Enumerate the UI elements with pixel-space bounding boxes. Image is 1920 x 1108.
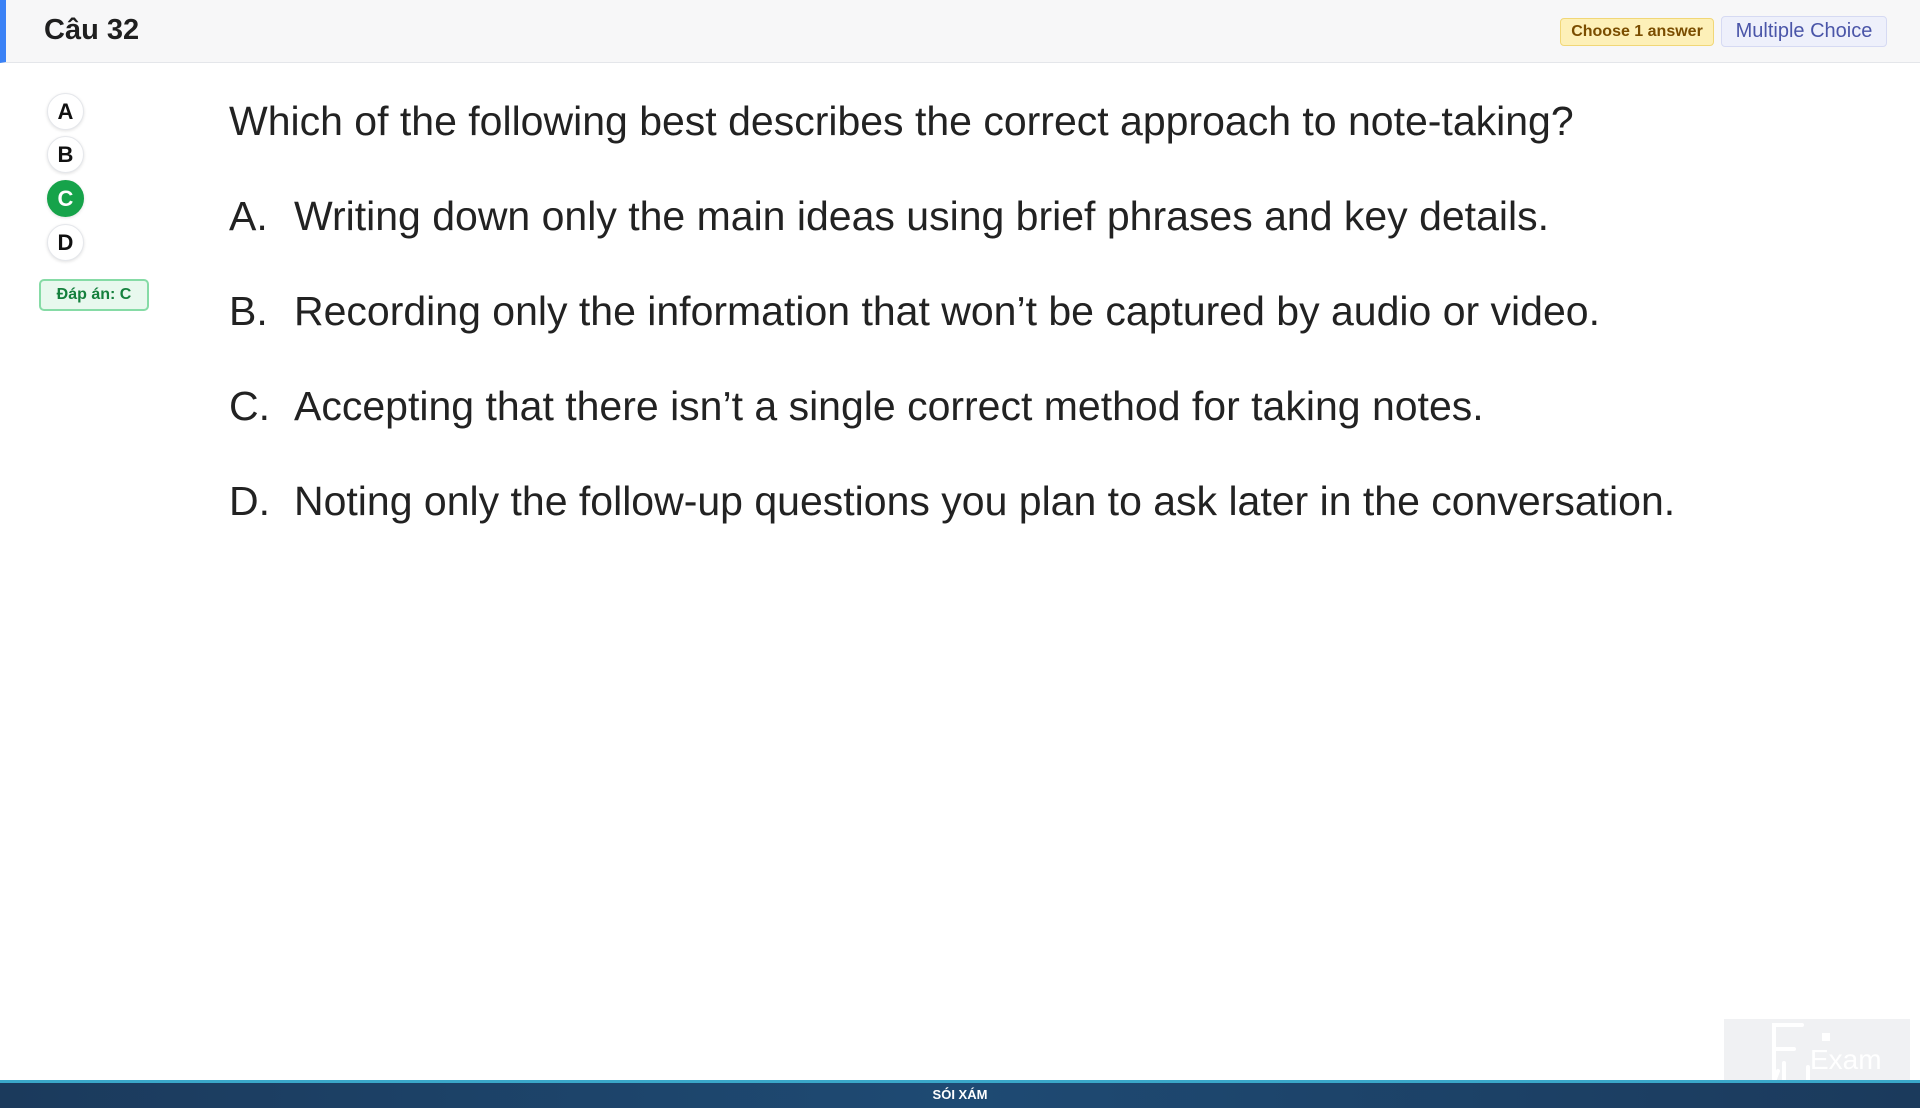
option-b-button[interactable]: B — [47, 136, 84, 173]
choice-text: Recording only the information that won’… — [294, 288, 1600, 334]
choice-letter: D. — [229, 478, 270, 524]
choice-a: A. Writing down only the main ideas using… — [229, 191, 1789, 241]
choice-d: D. Noting only the follow-up questions yo… — [229, 476, 1789, 526]
answer-badge: Đáp án: C — [39, 279, 149, 311]
choice-text: Writing down only the main ideas using b… — [294, 193, 1549, 239]
question-content: Which of the following best describes th… — [229, 96, 1789, 526]
choice-b: B. Recording only the information that wo… — [229, 286, 1789, 336]
choice-letter: A. — [229, 193, 268, 239]
choose-count-badge: Choose 1 answer — [1560, 18, 1714, 46]
footer-label: SÓI XÁM — [932, 1087, 988, 1102]
choice-text: Noting only the follow-up questions you … — [294, 478, 1676, 524]
footer-bar: SÓI XÁM — [0, 1080, 1920, 1108]
question-stem: Which of the following best describes th… — [229, 98, 1574, 144]
option-a-button[interactable]: A — [47, 93, 84, 130]
choice-text: Accepting that there isn’t a single corr… — [294, 383, 1484, 429]
logo-text: Exam — [1810, 1044, 1882, 1075]
question-page: Câu 32 Choose 1 answer Multiple Choice A… — [0, 0, 1920, 1108]
choice-letter: B. — [229, 288, 268, 334]
choice-letter: C. — [229, 383, 270, 429]
choice-c: C. Accepting that there isn’t a single co… — [229, 381, 1789, 431]
question-type-badge: Multiple Choice — [1721, 16, 1887, 47]
question-number: Câu 32 — [44, 14, 140, 46]
option-d-button[interactable]: D — [47, 224, 84, 261]
question-header: Câu 32 Choose 1 answer Multiple Choice — [0, 0, 1920, 63]
option-c-button[interactable]: C — [47, 180, 84, 217]
